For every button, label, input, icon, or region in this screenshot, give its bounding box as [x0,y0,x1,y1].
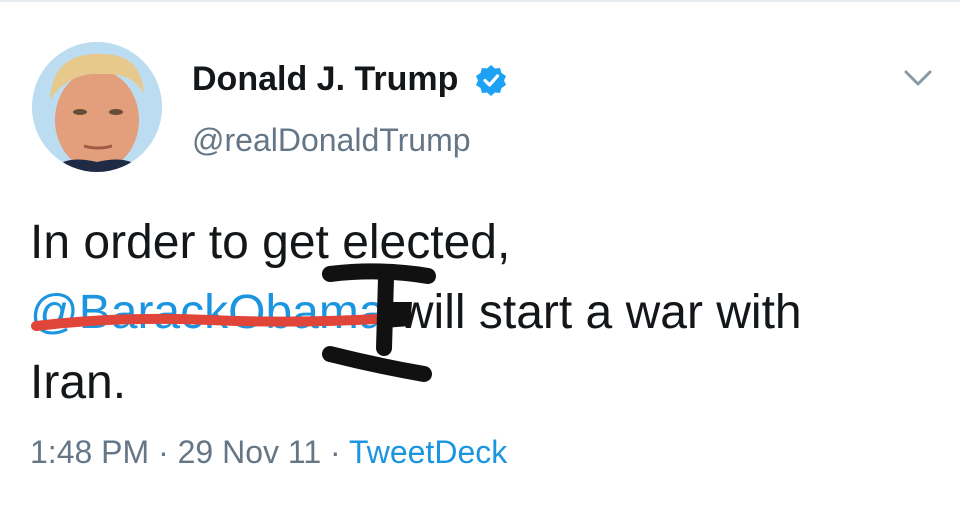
tweet-text-line-2: @BarackObama will start a war with [30,278,930,348]
meta-separator: · [158,434,169,470]
tweet-date[interactable]: 29 Nov 11 [178,434,322,470]
tweet-card: Donald J. Trump @realDonaldTrump In orde… [0,0,960,506]
tweet-text: In order to get elected, @BarackObama wi… [30,208,930,418]
meta-separator: · [330,434,341,470]
tweet-time[interactable]: 1:48 PM [30,434,149,470]
tweet-text-line-1: In order to get elected, [30,216,511,269]
avatar-image [32,42,162,172]
tweet-text-line-2-rest: will start a war with [398,286,802,339]
mention-link[interactable]: @BarackObama [30,286,386,339]
verified-badge-icon [476,65,506,96]
author-handle[interactable]: @realDonaldTrump [192,122,471,159]
author-display-name[interactable]: Donald J. Trump [192,60,458,99]
avatar[interactable] [32,42,162,172]
chevron-down-icon[interactable] [900,64,936,90]
tweet-source-link[interactable]: TweetDeck [349,434,507,470]
tweet-meta: 1:48 PM · 29 Nov 11 · TweetDeck [30,434,507,471]
tweet-text-line-3: Iran. [30,356,127,409]
